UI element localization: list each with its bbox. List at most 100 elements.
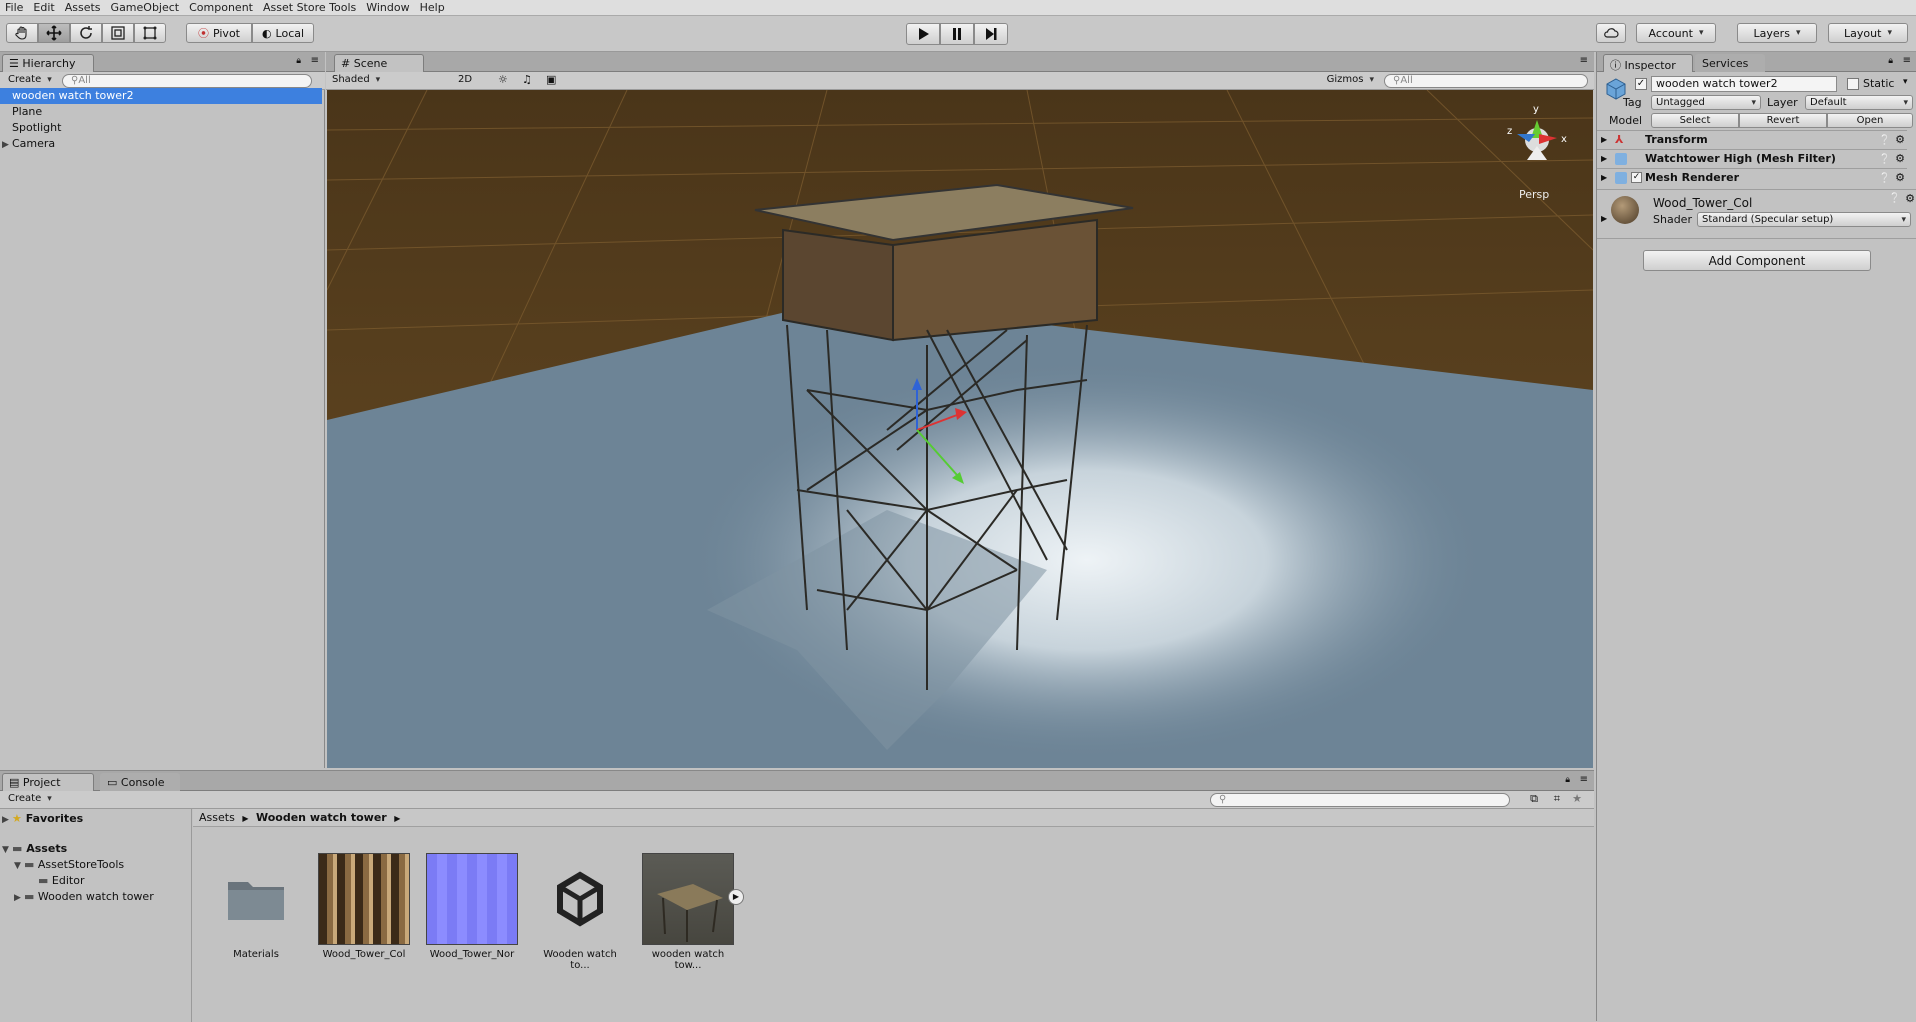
help-icon[interactable]: ❔	[1879, 132, 1891, 150]
help-icon[interactable]: ❔	[1879, 170, 1891, 188]
breadcrumb-current[interactable]: Wooden watch tower	[256, 811, 387, 824]
component-mesh-renderer[interactable]: ▶ ✓ Mesh Renderer ❔ ⚙	[1597, 168, 1907, 187]
tree-asset-store-tools[interactable]: ▼ ▬ AssetStoreTools	[14, 857, 124, 874]
lock-icon[interactable]: 🔒︎	[1565, 775, 1570, 785]
mesh-renderer-enabled-checkbox[interactable]: ✓	[1631, 172, 1642, 183]
menu-help[interactable]: Help	[415, 1, 450, 14]
panel-menu-icon[interactable]: ≡	[311, 55, 319, 66]
persp-label[interactable]: Persp	[1519, 188, 1549, 201]
project-search-input[interactable]: ⚲	[1210, 793, 1510, 807]
hierarchy-search-input[interactable]: ⚲All	[62, 74, 312, 88]
tab-console[interactable]: ▭ Console	[100, 773, 180, 791]
expand-arrow-icon[interactable]: ▶	[1601, 214, 1607, 223]
menu-asset-store-tools[interactable]: Asset Store Tools	[258, 1, 361, 14]
tab-inspector[interactable]: ⓘ Inspector	[1603, 54, 1693, 72]
expand-arrow-icon[interactable]: ▶	[1601, 169, 1607, 187]
layout-dropdown[interactable]: Layout	[1828, 23, 1908, 43]
scale-tool-button[interactable]	[102, 23, 134, 43]
gear-icon[interactable]: ⚙	[1895, 150, 1905, 168]
tab-services[interactable]: Services	[1695, 54, 1765, 72]
expand-prefab-icon[interactable]: ▶	[728, 889, 744, 905]
tree-wooden-watch-tower[interactable]: ▶ ▬ Wooden watch tower	[14, 889, 154, 906]
asset-materials-folder[interactable]: Materials	[208, 853, 304, 960]
shading-mode-dropdown[interactable]: Shaded	[332, 74, 452, 85]
step-button[interactable]	[974, 23, 1008, 45]
account-dropdown[interactable]: Account	[1636, 23, 1716, 43]
component-mesh-filter[interactable]: ▶ Watchtower High (Mesh Filter) ❔ ⚙	[1597, 149, 1907, 168]
tab-project[interactable]: ▤ Project	[2, 773, 94, 791]
asset-wood-tower-col[interactable]: Wood_Tower_Col	[316, 853, 412, 960]
local-toggle-button[interactable]: ◐ Local	[252, 23, 314, 43]
rect-tool-button[interactable]	[134, 23, 166, 43]
expand-arrow-icon[interactable]: ▶	[1601, 150, 1607, 168]
gear-icon[interactable]: ⚙	[1905, 192, 1915, 205]
hierarchy-item-spotlight[interactable]: Spotlight	[0, 120, 322, 136]
static-dropdown-arrow-icon[interactable]: ▾	[1903, 77, 1908, 87]
filter-type-icon[interactable]: ⧉	[1530, 792, 1538, 806]
active-checkbox[interactable]: ✓	[1635, 78, 1647, 90]
asset-wooden-watch-tower-prefab[interactable]: ▶ wooden watch tow...	[640, 853, 744, 971]
layer-dropdown[interactable]: Default	[1805, 95, 1913, 110]
scene-viewport[interactable]: y x z Persp	[327, 90, 1593, 768]
static-checkbox[interactable]	[1847, 78, 1859, 90]
tab-hierarchy[interactable]: ☰ Hierarchy	[2, 54, 94, 72]
add-component-button[interactable]: Add Component	[1643, 250, 1871, 271]
menu-component[interactable]: Component	[184, 1, 258, 14]
menu-file[interactable]: File	[0, 1, 28, 14]
tree-editor[interactable]: ▬ Editor	[38, 873, 84, 889]
pause-button[interactable]	[940, 23, 974, 45]
menu-edit[interactable]: Edit	[28, 1, 59, 14]
help-icon[interactable]: ❔	[1889, 193, 1901, 204]
favorite-star-icon[interactable]: ★	[1572, 792, 1582, 805]
pivot-toggle-button[interactable]: ⦿ Pivot	[186, 23, 252, 43]
lock-icon[interactable]: 🔒︎	[1888, 56, 1893, 66]
collapse-arrow-icon[interactable]: ▼	[14, 858, 24, 874]
object-name-field[interactable]: wooden watch tower2	[1651, 76, 1837, 92]
expand-arrow-icon[interactable]: ▶	[2, 137, 12, 153]
hierarchy-create-dropdown[interactable]: Create	[8, 74, 52, 85]
play-button[interactable]	[906, 23, 940, 45]
gear-icon[interactable]: ⚙	[1895, 169, 1905, 187]
tab-scene[interactable]: # Scene	[334, 54, 424, 72]
label-tag-icon[interactable]: ⌗	[1554, 792, 1560, 806]
model-open-button[interactable]: Open	[1827, 113, 1913, 128]
hand-tool-button[interactable]	[6, 23, 38, 43]
collapse-arrow-icon[interactable]: ▼	[2, 842, 12, 858]
lock-icon[interactable]: 🔒︎	[296, 56, 301, 66]
hierarchy-item-wooden-watch-tower2[interactable]: wooden watch tower2	[0, 88, 322, 104]
panel-menu-icon[interactable]: ≡	[1580, 774, 1588, 785]
tree-favorites[interactable]: ▶ ★ Favorites	[2, 811, 83, 828]
model-select-button[interactable]: Select	[1651, 113, 1739, 128]
expand-arrow-icon[interactable]: ▶	[1601, 131, 1607, 149]
panel-menu-icon[interactable]: ≡	[1903, 55, 1911, 66]
scene-search-input[interactable]: ⚲All	[1384, 74, 1588, 88]
menu-assets[interactable]: Assets	[60, 1, 106, 14]
rotate-tool-button[interactable]	[70, 23, 102, 43]
tag-dropdown[interactable]: Untagged	[1651, 95, 1761, 110]
mode-2d-button[interactable]: 2D	[458, 74, 472, 85]
move-tool-button[interactable]	[38, 23, 70, 43]
asset-wooden-watch-tower-model[interactable]: Wooden watch to...	[532, 853, 628, 971]
tree-assets[interactable]: ▼ ▬ Assets	[2, 841, 67, 858]
expand-arrow-icon[interactable]: ▶	[2, 812, 12, 828]
menu-window[interactable]: Window	[361, 1, 414, 14]
help-icon[interactable]: ❔	[1879, 151, 1891, 169]
asset-wood-tower-nor[interactable]: Wood_Tower_Nor	[424, 853, 520, 960]
effects-toggle-icon[interactable]: ▣	[546, 73, 556, 86]
expand-arrow-icon[interactable]: ▶	[14, 890, 24, 906]
menu-gameobject[interactable]: GameObject	[106, 1, 185, 14]
cloud-button[interactable]	[1596, 23, 1626, 43]
gizmos-dropdown[interactable]: Gizmos	[1327, 74, 1374, 85]
hierarchy-item-camera[interactable]: ▶ Camera	[0, 136, 322, 152]
panel-menu-icon[interactable]: ≡	[1580, 55, 1588, 66]
project-create-dropdown[interactable]: Create	[8, 793, 52, 804]
shader-dropdown[interactable]: Standard (Specular setup)	[1697, 212, 1911, 227]
gear-icon[interactable]: ⚙	[1895, 131, 1905, 149]
layers-dropdown[interactable]: Layers	[1737, 23, 1817, 43]
component-transform[interactable]: ▶ ⅄ Transform ❔ ⚙	[1597, 130, 1907, 149]
model-revert-button[interactable]: Revert	[1739, 113, 1827, 128]
lighting-toggle-icon[interactable]: ☼	[498, 73, 508, 86]
audio-toggle-icon[interactable]: ♫	[522, 73, 532, 86]
breadcrumb-assets[interactable]: Assets	[199, 811, 235, 824]
hierarchy-item-plane[interactable]: Plane	[0, 104, 322, 120]
